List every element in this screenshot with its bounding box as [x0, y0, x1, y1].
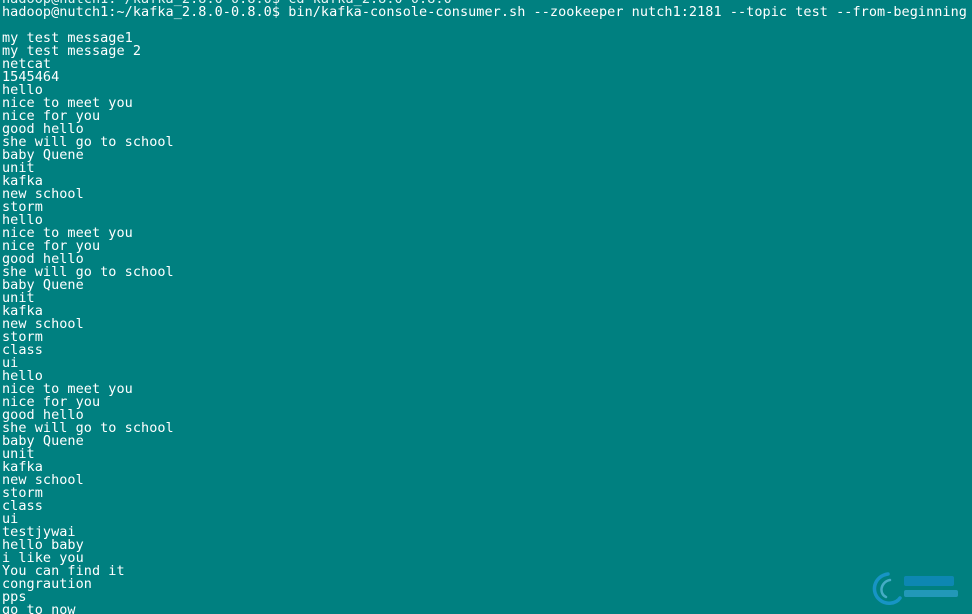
output-line: ui: [2, 355, 19, 371]
output-line: new school: [2, 472, 84, 488]
output-line: hello: [2, 368, 43, 384]
output-line: ui: [2, 511, 19, 527]
output-line: 1545464: [2, 69, 60, 85]
output-line: new school: [2, 186, 84, 202]
output-line: testjywai: [2, 524, 76, 540]
output-line: netcat: [2, 56, 52, 72]
output-line: nice for you: [2, 394, 101, 410]
output-line: baby Quene: [2, 277, 84, 293]
output-line: storm: [2, 329, 43, 345]
output-line: my test message 2: [2, 43, 142, 59]
output-line: nice for you: [2, 108, 101, 124]
output-line: nice to meet you: [2, 225, 133, 241]
output-line: hello: [2, 82, 43, 98]
output-line: nice for you: [2, 238, 101, 254]
output-line: You can find it: [2, 563, 125, 579]
output-line: congraution: [2, 576, 92, 592]
output-line: kafka: [2, 173, 43, 189]
output-line: hello baby: [2, 537, 84, 553]
output-line: nice to meet you: [2, 95, 133, 111]
output-line: my test message1: [2, 30, 133, 46]
output-line: kafka: [2, 303, 43, 319]
output-line: hello: [2, 212, 43, 228]
output-line: class: [2, 498, 43, 514]
output-line: storm: [2, 199, 43, 215]
output-line: unit: [2, 446, 35, 462]
output-line: i like you: [2, 550, 84, 566]
output-line: she will go to school: [2, 420, 174, 436]
terminal-output: hadoop@nutch1:~/kafka_2.8.0-0.8.0$ cd ka…: [2, 0, 967, 614]
output-line: unit: [2, 160, 35, 176]
output-line: new school: [2, 316, 84, 332]
output-line: she will go to school: [2, 134, 174, 150]
output-line: nice to meet you: [2, 381, 133, 397]
output-line: pps: [2, 589, 27, 605]
output-line: go to now: [2, 602, 76, 614]
site-logo-watermark-icon: [872, 572, 958, 605]
output-line: class: [2, 342, 43, 358]
output-line: kafka: [2, 459, 43, 475]
output-line: baby Quene: [2, 147, 84, 163]
output-line: unit: [2, 290, 35, 306]
output-line: she will go to school: [2, 264, 174, 280]
output-line: storm: [2, 485, 43, 501]
output-line: baby Quene: [2, 433, 84, 449]
command-line: hadoop@nutch1:~/kafka_2.8.0-0.8.0$ bin/k…: [2, 4, 967, 20]
terminal-window[interactable]: hadoop@nutch1:~/kafka_2.8.0-0.8.0$ cd ka…: [0, 0, 972, 614]
